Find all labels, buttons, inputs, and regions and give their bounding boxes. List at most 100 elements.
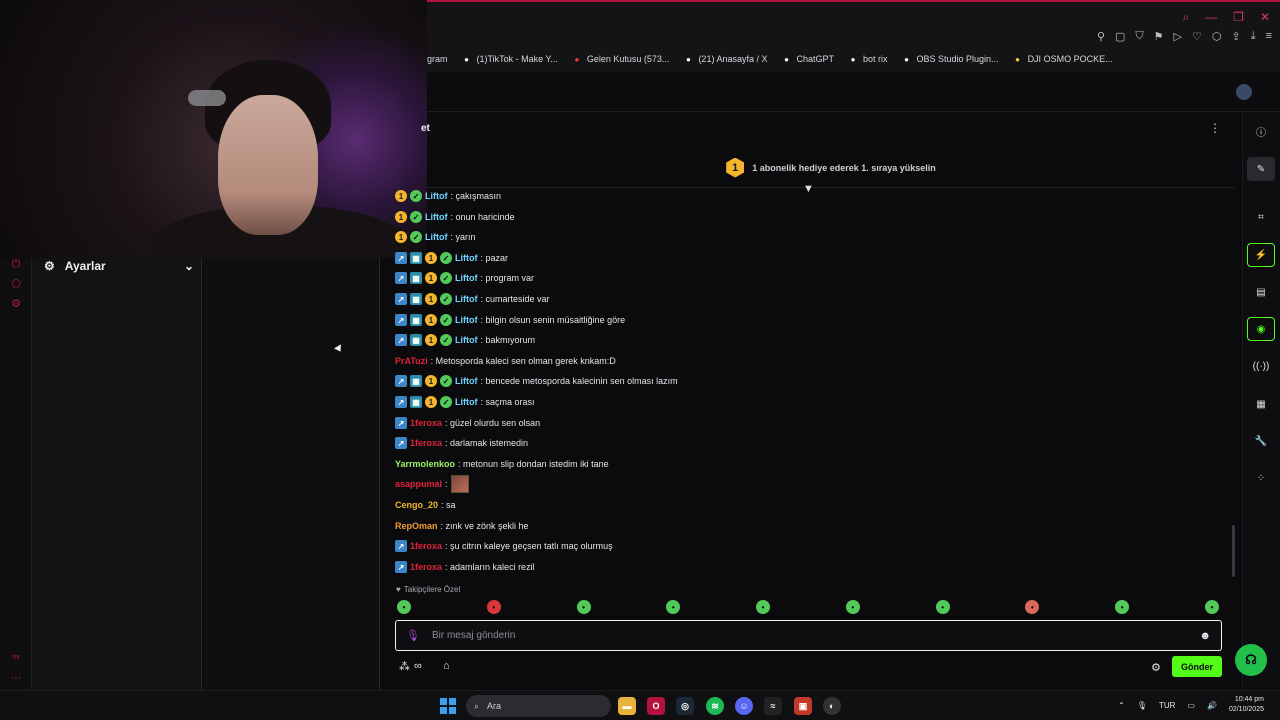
capcut-icon[interactable]: ≈ bbox=[764, 697, 782, 715]
layout-icon[interactable]: ▦ bbox=[1247, 392, 1275, 416]
verified-badge-icon[interactable]: ✓ bbox=[440, 272, 452, 284]
info-icon[interactable]: ⓘ bbox=[1247, 119, 1275, 143]
chat-username[interactable]: Cengo_20 bbox=[395, 500, 438, 510]
puzzle-icon[interactable]: ⬠ bbox=[10, 278, 22, 290]
more-icon[interactable]: ··· bbox=[10, 672, 22, 684]
windows-start-icon[interactable] bbox=[440, 698, 456, 714]
chat-username[interactable]: 1feroxa bbox=[410, 562, 442, 572]
chat-username[interactable]: asappumal bbox=[395, 479, 442, 489]
taskbar-search[interactable]: ⌕ Ara bbox=[466, 695, 611, 717]
founder-badge-icon[interactable]: ▦ bbox=[410, 375, 422, 387]
verified-badge-icon[interactable]: ✓ bbox=[440, 252, 452, 264]
chat-username[interactable]: Liftof bbox=[455, 273, 478, 283]
bookmark-item[interactable]: gram bbox=[427, 54, 448, 64]
emote-9[interactable]: • bbox=[1115, 600, 1130, 614]
emoji-icon[interactable]: ☻ bbox=[1199, 630, 1211, 642]
bookmark-item[interactable]: ● bot rix bbox=[848, 54, 888, 64]
founder-badge-icon[interactable]: ▦ bbox=[410, 252, 422, 264]
user-avatar[interactable] bbox=[1236, 84, 1252, 100]
emote-10[interactable]: • bbox=[1204, 600, 1219, 614]
chat-input-box[interactable]: 🎙 ☻ bbox=[395, 620, 1222, 651]
subscriber-badge-icon[interactable]: ↗ bbox=[395, 293, 407, 305]
chat-username[interactable]: RepOman bbox=[395, 521, 438, 531]
founder-badge-icon[interactable]: ▦ bbox=[410, 334, 422, 346]
subscriber-badge-icon[interactable]: ↗ bbox=[395, 561, 407, 573]
chat-username[interactable]: Liftof bbox=[455, 315, 478, 325]
bookmark-item[interactable]: ● ChatGPT bbox=[781, 54, 834, 64]
subscriber-badge-icon[interactable]: ↗ bbox=[395, 272, 407, 284]
founder-badge-icon[interactable]: ▦ bbox=[410, 396, 422, 408]
subscriber-badge-icon[interactable]: ↗ bbox=[395, 314, 407, 326]
chat-username[interactable]: Liftof bbox=[455, 397, 478, 407]
nodes-icon[interactable]: ⁘ bbox=[1247, 466, 1275, 490]
close-icon[interactable]: ✕ bbox=[1260, 10, 1270, 25]
microphone-icon[interactable]: 🎙 bbox=[1137, 701, 1147, 710]
bookmark-item[interactable]: ● (1)TikTok - Make Y... bbox=[462, 54, 558, 64]
chat-username[interactable]: PrATuzi bbox=[395, 356, 428, 366]
subscriber-badge-icon[interactable]: ↗ bbox=[395, 396, 407, 408]
pencil-icon[interactable]: ✎ bbox=[1247, 157, 1275, 181]
emote-7[interactable]: • bbox=[935, 600, 950, 614]
kebab-menu-icon[interactable]: ⋮ bbox=[1209, 121, 1221, 135]
gift-badge-icon[interactable]: 1 bbox=[425, 252, 437, 264]
bookmark-item[interactable]: ● Gelen Kutusu (573... bbox=[572, 54, 669, 64]
lightning-icon[interactable]: ⚡ bbox=[1247, 243, 1275, 267]
emote-3[interactable]: • bbox=[576, 600, 591, 614]
verified-badge-icon[interactable]: ✓ bbox=[440, 396, 452, 408]
subscriber-badge-icon[interactable]: ↗ bbox=[395, 437, 407, 449]
chat-message-input[interactable] bbox=[431, 630, 1200, 641]
store-icon[interactable]: ⌂ bbox=[443, 660, 450, 672]
play-icon[interactable]: ▷ bbox=[1174, 30, 1182, 43]
discord-icon[interactable]: ☺ bbox=[735, 697, 753, 715]
send-button[interactable]: Gönder bbox=[1172, 656, 1222, 677]
verified-badge-icon[interactable]: ✓ bbox=[440, 334, 452, 346]
gift-badge-icon[interactable]: 1 bbox=[395, 211, 407, 223]
download-icon[interactable]: ⤓ bbox=[1251, 30, 1256, 43]
search-icon[interactable]: ⌕ bbox=[1182, 10, 1189, 25]
bookmark-item[interactable]: ● DJI OSMO POCKE... bbox=[1013, 54, 1112, 64]
gift-badge-icon[interactable]: 1 bbox=[425, 293, 437, 305]
screenshot-icon[interactable]: ▢ bbox=[1115, 30, 1125, 43]
founder-badge-icon[interactable]: ▦ bbox=[410, 293, 422, 305]
chevron-up-icon[interactable]: ⌃ bbox=[1118, 701, 1125, 710]
app-icon[interactable]: ▣ bbox=[794, 697, 812, 715]
verified-badge-icon[interactable]: ✓ bbox=[410, 231, 422, 243]
clock[interactable]: 10:44 pm 02/10/2025 bbox=[1229, 695, 1264, 715]
emote-1[interactable]: • bbox=[397, 600, 411, 614]
document-icon[interactable]: ▤ bbox=[1247, 280, 1275, 304]
verified-badge-icon[interactable]: ✓ bbox=[440, 293, 452, 305]
chat-icon[interactable]: ◉ bbox=[1247, 317, 1275, 341]
chat-username[interactable]: Liftof bbox=[455, 253, 478, 263]
verified-badge-icon[interactable]: ✓ bbox=[440, 375, 452, 387]
gear-icon[interactable]: ⚙ bbox=[10, 298, 22, 310]
shield-icon[interactable]: ⛉ bbox=[1135, 30, 1143, 43]
verified-badge-icon[interactable]: ✓ bbox=[410, 211, 422, 223]
display-icon[interactable]: ▭ bbox=[1187, 701, 1195, 710]
chat-username[interactable]: Liftof bbox=[425, 232, 448, 242]
gift-badge-icon[interactable]: 1 bbox=[395, 231, 407, 243]
gift-badge-icon[interactable]: 1 bbox=[425, 314, 437, 326]
chat-username[interactable]: Liftof bbox=[455, 294, 478, 304]
share-icon[interactable]: ⇪ bbox=[1231, 30, 1240, 43]
bookmark-item[interactable]: ● (21) Anasayfa / X bbox=[683, 54, 767, 64]
broadcast-icon[interactable]: ((·)) bbox=[1247, 354, 1275, 378]
extensions-icon[interactable]: ⬡ bbox=[1212, 30, 1222, 43]
gift-badge-icon[interactable]: 1 bbox=[425, 272, 437, 284]
chat-username[interactable]: Liftof bbox=[455, 376, 478, 386]
power-icon[interactable]: ⏻ bbox=[10, 258, 22, 270]
volume-icon[interactable]: 🔊 bbox=[1207, 701, 1217, 710]
subscriber-badge-icon[interactable]: ↗ bbox=[395, 334, 407, 346]
steam-icon[interactable]: ◎ bbox=[676, 697, 694, 715]
settings-section[interactable]: ⚙ Ayarlar ⌄ bbox=[44, 259, 194, 273]
channel-points[interactable]: ⁂ ∞ bbox=[399, 660, 422, 673]
subscriber-badge-icon[interactable]: ↗ bbox=[395, 540, 407, 552]
emote-5[interactable]: • bbox=[756, 600, 771, 614]
wrench-icon[interactable]: 🔧 bbox=[1247, 429, 1275, 453]
chat-username[interactable]: 1feroxa bbox=[410, 541, 442, 551]
gift-badge-icon[interactable]: 1 bbox=[425, 334, 437, 346]
emote-8[interactable]: • bbox=[1025, 600, 1040, 614]
subscriber-badge-icon[interactable]: ↗ bbox=[395, 252, 407, 264]
verified-badge-icon[interactable]: ✓ bbox=[440, 314, 452, 326]
opera-gx-icon[interactable]: O bbox=[647, 697, 665, 715]
help-headset-button[interactable]: ☊ bbox=[1235, 644, 1267, 676]
